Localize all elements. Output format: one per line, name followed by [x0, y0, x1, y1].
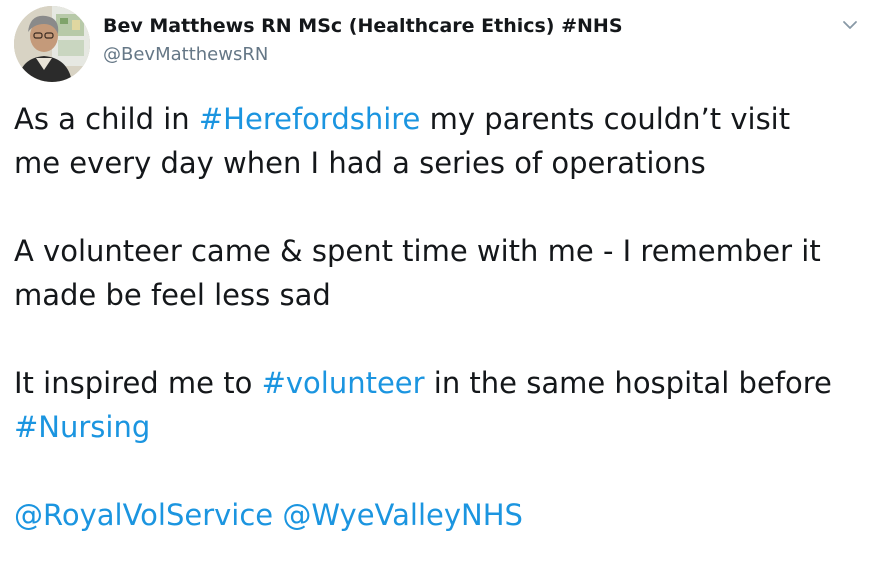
tweet-line: made be feel less sad [14, 278, 331, 312]
tweet-line: As a child in #Herefordshire my parents … [14, 97, 874, 141]
hashtag-link-herefordshire[interactable]: #Herefordshire [199, 102, 421, 136]
tweet-text-segment [273, 498, 282, 532]
tweet-paragraph: As a child in #Herefordshire my parents … [14, 97, 874, 185]
tweet-text-segment: It inspired me to [14, 366, 262, 400]
tweet-text-segment: As a child in [14, 102, 199, 136]
tweet-text-segment: in the same hospital before [424, 366, 832, 400]
tweet-card: Bev Matthews RN MSc (Healthcare Ethics) … [0, 0, 877, 571]
author-block: Bev Matthews RN MSc (Healthcare Ethics) … [103, 14, 623, 67]
chevron-down-icon [843, 21, 857, 29]
hashtag-link-volunteer[interactable]: #volunteer [262, 366, 425, 400]
tweet-text: As a child in #Herefordshire my parents … [14, 97, 874, 537]
tweet-menu-button[interactable] [839, 14, 861, 36]
tweet-paragraph: A volunteer came & spent time with me - … [14, 229, 874, 317]
profile-photo-icon [14, 6, 90, 82]
tweet-paragraph: It inspired me to #volunteer in the same… [14, 361, 874, 449]
author-handle[interactable]: @BevMatthewsRN [103, 43, 623, 67]
hashtag-link-nursing[interactable]: #Nursing [14, 410, 150, 444]
tweet-line: me every day when I had a series of oper… [14, 146, 706, 180]
tweet-line: @RoyalVolService @WyeValleyNHS [14, 493, 874, 537]
tweet-paragraph: @RoyalVolService @WyeValleyNHS [14, 493, 874, 537]
mention-link-wyevalleynhs[interactable]: @WyeValleyNHS [282, 498, 523, 532]
tweet-line: #Nursing [14, 405, 874, 449]
mention-link-royalvolservice[interactable]: @RoyalVolService [14, 498, 273, 532]
avatar[interactable] [14, 6, 90, 82]
tweet-line: It inspired me to #volunteer in the same… [14, 361, 874, 405]
author-display-name[interactable]: Bev Matthews RN MSc (Healthcare Ethics) … [103, 14, 623, 38]
tweet-text-segment: my parents couldn’t visit [420, 102, 791, 136]
tweet-line: A volunteer came & spent time with me - … [14, 234, 821, 268]
